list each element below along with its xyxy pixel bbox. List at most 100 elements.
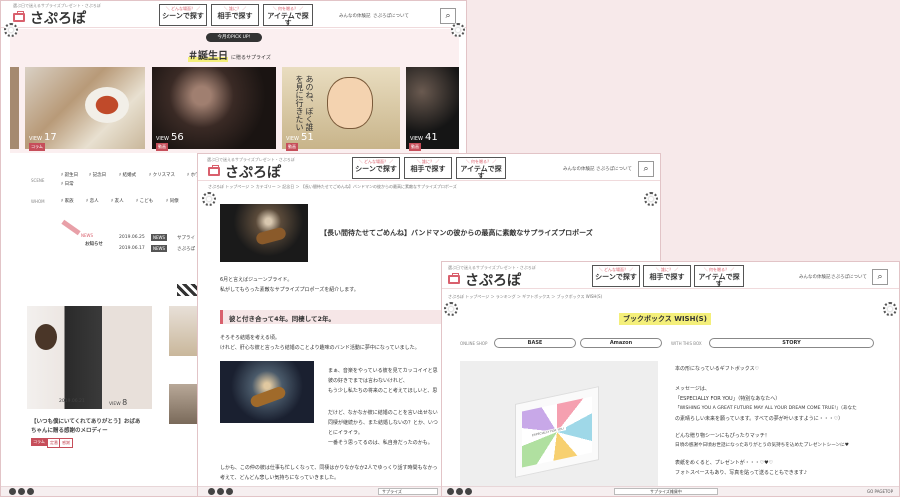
side-line: 一番そう思ってるのは、私自身だったのかも。 — [328, 440, 433, 446]
article-tag[interactable]: 感謝 — [59, 438, 73, 448]
facebook-icon[interactable] — [9, 488, 16, 495]
logo-icon[interactable] — [208, 165, 220, 176]
scene-search-button[interactable]: ＼ どんな場面？ ／シーンで探す — [592, 265, 640, 287]
desc-line: 本の形になっているギフトボックス♡ — [675, 366, 760, 372]
news-title: お知らせ — [85, 242, 103, 247]
scene-label: SCENE — [31, 178, 45, 183]
whom-tag[interactable]: ♯ こども — [136, 198, 153, 204]
whom-tag[interactable]: ♯ 友人 — [111, 198, 124, 204]
item-search-button[interactable]: ＼ 何を贈る？ ／アイテムで探す — [694, 265, 744, 288]
article-tag[interactable]: コラム — [31, 438, 47, 446]
side-line: とにイライラ。 — [328, 430, 363, 436]
facebook-icon[interactable] — [447, 488, 454, 495]
amazon-shop-button[interactable]: Amazon — [580, 338, 662, 348]
item-search-button[interactable]: ＼ 何を贈る？ ／アイテムで探す — [456, 157, 506, 180]
intro-line: 私がしてもらった素敵なサプライズプロポーズを紹介します。 — [220, 287, 359, 293]
logo-text[interactable]: さぷろぽ — [225, 162, 281, 182]
facebook-icon[interactable] — [208, 488, 215, 495]
desc-line: フォトスペースもあり、写真を貼って送ることもできます♪ — [675, 470, 807, 476]
logo-icon[interactable] — [448, 273, 460, 284]
twitter-icon[interactable] — [456, 488, 463, 495]
pickup-card-woman[interactable]: VIEW 56 — [152, 67, 276, 149]
news-date: 2019.06.17 — [119, 246, 145, 251]
side-line: まぁ、音楽をやっている彼を見てカッコイイと思 — [328, 368, 438, 374]
scene-search-button[interactable]: ＼ どんな場面？ ／シーンで探す — [352, 157, 400, 179]
nav-about-link[interactable]: さぷろぽについて — [373, 13, 409, 19]
comic-face — [327, 77, 373, 129]
breadcrumb[interactable]: さぷろぽ トップページ ＞ カテゴリー ＞ 記念日 ＞ 【長い間待たせてごめんね… — [208, 184, 457, 190]
pickup-label: 今月のPICK UP! — [206, 33, 262, 42]
item-search-button[interactable]: ＼ 何を贈る？ ／アイテムで探す — [263, 4, 313, 27]
breadcrumb[interactable]: さぷろぽ トップページ ＞ ランキング ＞ ギフトボックス ＞ ブックボックス … — [448, 294, 602, 300]
lace-decoration — [444, 302, 458, 316]
nav-about-link[interactable]: さぷろぽについて — [596, 166, 632, 172]
whom-tag[interactable]: ♯ 恋人 — [86, 198, 99, 204]
logo-text[interactable]: さぷろぽ — [465, 270, 521, 290]
article-card-image[interactable] — [169, 306, 197, 356]
piano-player — [35, 324, 57, 350]
view-count: VIEW 51 — [286, 132, 314, 143]
article-title-line1[interactable]: 【いつも僕にいてくれてありがとう】おばあ — [31, 417, 140, 425]
nav-stories-link[interactable]: みんなの体験記 — [339, 13, 371, 19]
logo-icon[interactable] — [13, 11, 25, 22]
pickup-section: 今月のPICK UP! ＃誕生日 に贈るサプライズ VIEW 17 VIEW 56 あ… — [4, 23, 465, 153]
desc-line: どんな贈り物シーンにもぴったりマッチ！ — [675, 433, 770, 439]
whom-search-button[interactable]: ＼ 誰に？ ／相手で探す — [211, 4, 259, 26]
news-item[interactable]: サプライ — [177, 235, 195, 241]
whom-search-button[interactable]: ＼ 誰に？ ／相手で探す — [643, 265, 691, 287]
pickup-card-partial[interactable] — [10, 67, 19, 149]
instagram-icon[interactable] — [226, 488, 233, 495]
search-icon[interactable]: ⌕ — [440, 8, 456, 24]
whom-search-button[interactable]: ＼ 誰に？ ／相手で探す — [404, 157, 452, 179]
nav-about-link[interactable]: さぷろぽについて — [831, 274, 867, 280]
card-badge: 動画 — [286, 143, 298, 151]
article-card-image[interactable] — [27, 306, 152, 409]
whom-tag[interactable]: ♯ 同僚 — [166, 198, 179, 204]
scene-tag[interactable]: ♯ 誕生日 — [61, 172, 78, 178]
article-card-image[interactable] — [169, 384, 197, 424]
lace-decoration — [202, 192, 216, 206]
pickup-card-dinner[interactable]: VIEW 17 — [25, 67, 145, 149]
pickup-card-comic[interactable]: あのね、ぼく誰を見に行きたい VIEW 51 — [282, 67, 400, 149]
article-title-line2[interactable]: ちゃんに贈る感謝のメロディー — [31, 426, 108, 434]
nav-stories-link[interactable]: みんなの体験記 — [799, 274, 831, 280]
window-product: 選ぶ日で迷えるサプライズプレゼント・さぷろぽ さぷろぽ ＼ どんな場面？ ／シー… — [441, 261, 900, 497]
logo-text[interactable]: さぷろぽ — [30, 8, 86, 28]
desc-line: 「ESPECIALLY FOR YOU」（特別なあなたへ） — [675, 396, 781, 402]
go-top-link[interactable]: GO PAGETOP — [867, 489, 893, 494]
category-select[interactable]: サプライズ雑貨中 — [614, 488, 718, 495]
nav-stories-link[interactable]: みんなの体験記 — [563, 166, 595, 172]
instagram-icon[interactable] — [465, 488, 472, 495]
lace-decoration — [4, 23, 18, 37]
desc-line: メッセージは、 — [675, 386, 710, 392]
online-shop-label: ONLINE SHOP — [460, 341, 488, 346]
body-line: しかも、この仲の彼は仕事も忙しくなって、同棲はかりなかなか2人でゆっくり話す時間… — [220, 465, 438, 471]
side-line: 彼の好きでまでは言わないけれど、 — [328, 378, 408, 384]
scene-tag[interactable]: ♯ 日常 — [61, 181, 74, 187]
news-item[interactable]: さぷろぽ — [177, 246, 195, 252]
scene-tag[interactable]: ♯ クリスマス — [149, 172, 175, 178]
gift-box: ESPECIALLY FOR YOU — [515, 386, 599, 478]
article-date: 2019.06.21 — [59, 399, 85, 404]
twitter-icon[interactable] — [18, 488, 25, 495]
base-shop-button[interactable]: BASE — [494, 338, 576, 348]
article-hero-image — [220, 204, 308, 262]
pickup-card-night[interactable]: VIEW 41 — [406, 67, 459, 149]
story-button[interactable]: STORY — [709, 338, 874, 348]
guitar-image — [254, 226, 288, 246]
instagram-icon[interactable] — [27, 488, 34, 495]
card-badge: 動画 — [409, 143, 421, 151]
section-heading: 彼と付き合って4年。同棲して2年。 — [220, 310, 468, 324]
twitter-icon[interactable] — [217, 488, 224, 495]
side-line: 同棲が継続から、また結婚しないの？とか、いつ — [328, 420, 438, 426]
view-count: VIEW 17 — [29, 132, 57, 143]
intro-line: 6月と言えばジューンブライド。 — [220, 277, 293, 283]
whom-tag[interactable]: ♯ 家族 — [61, 198, 74, 204]
category-select[interactable]: サプライズ — [378, 488, 438, 495]
search-icon[interactable]: ⌕ — [872, 269, 888, 285]
scene-tag[interactable]: ♯ 記念日 — [89, 172, 106, 178]
search-icon[interactable]: ⌕ — [638, 161, 654, 177]
site-header: 選ぶ日で迷えるサプライズプレゼント・さぷろぽ さぷろぽ ＼ どんな場面？ ／シー… — [442, 262, 899, 289]
scene-tag[interactable]: ♯ 結婚式 — [119, 172, 136, 178]
scene-search-button[interactable]: ＼ どんな場面？ ／シーンで探す — [159, 4, 207, 26]
